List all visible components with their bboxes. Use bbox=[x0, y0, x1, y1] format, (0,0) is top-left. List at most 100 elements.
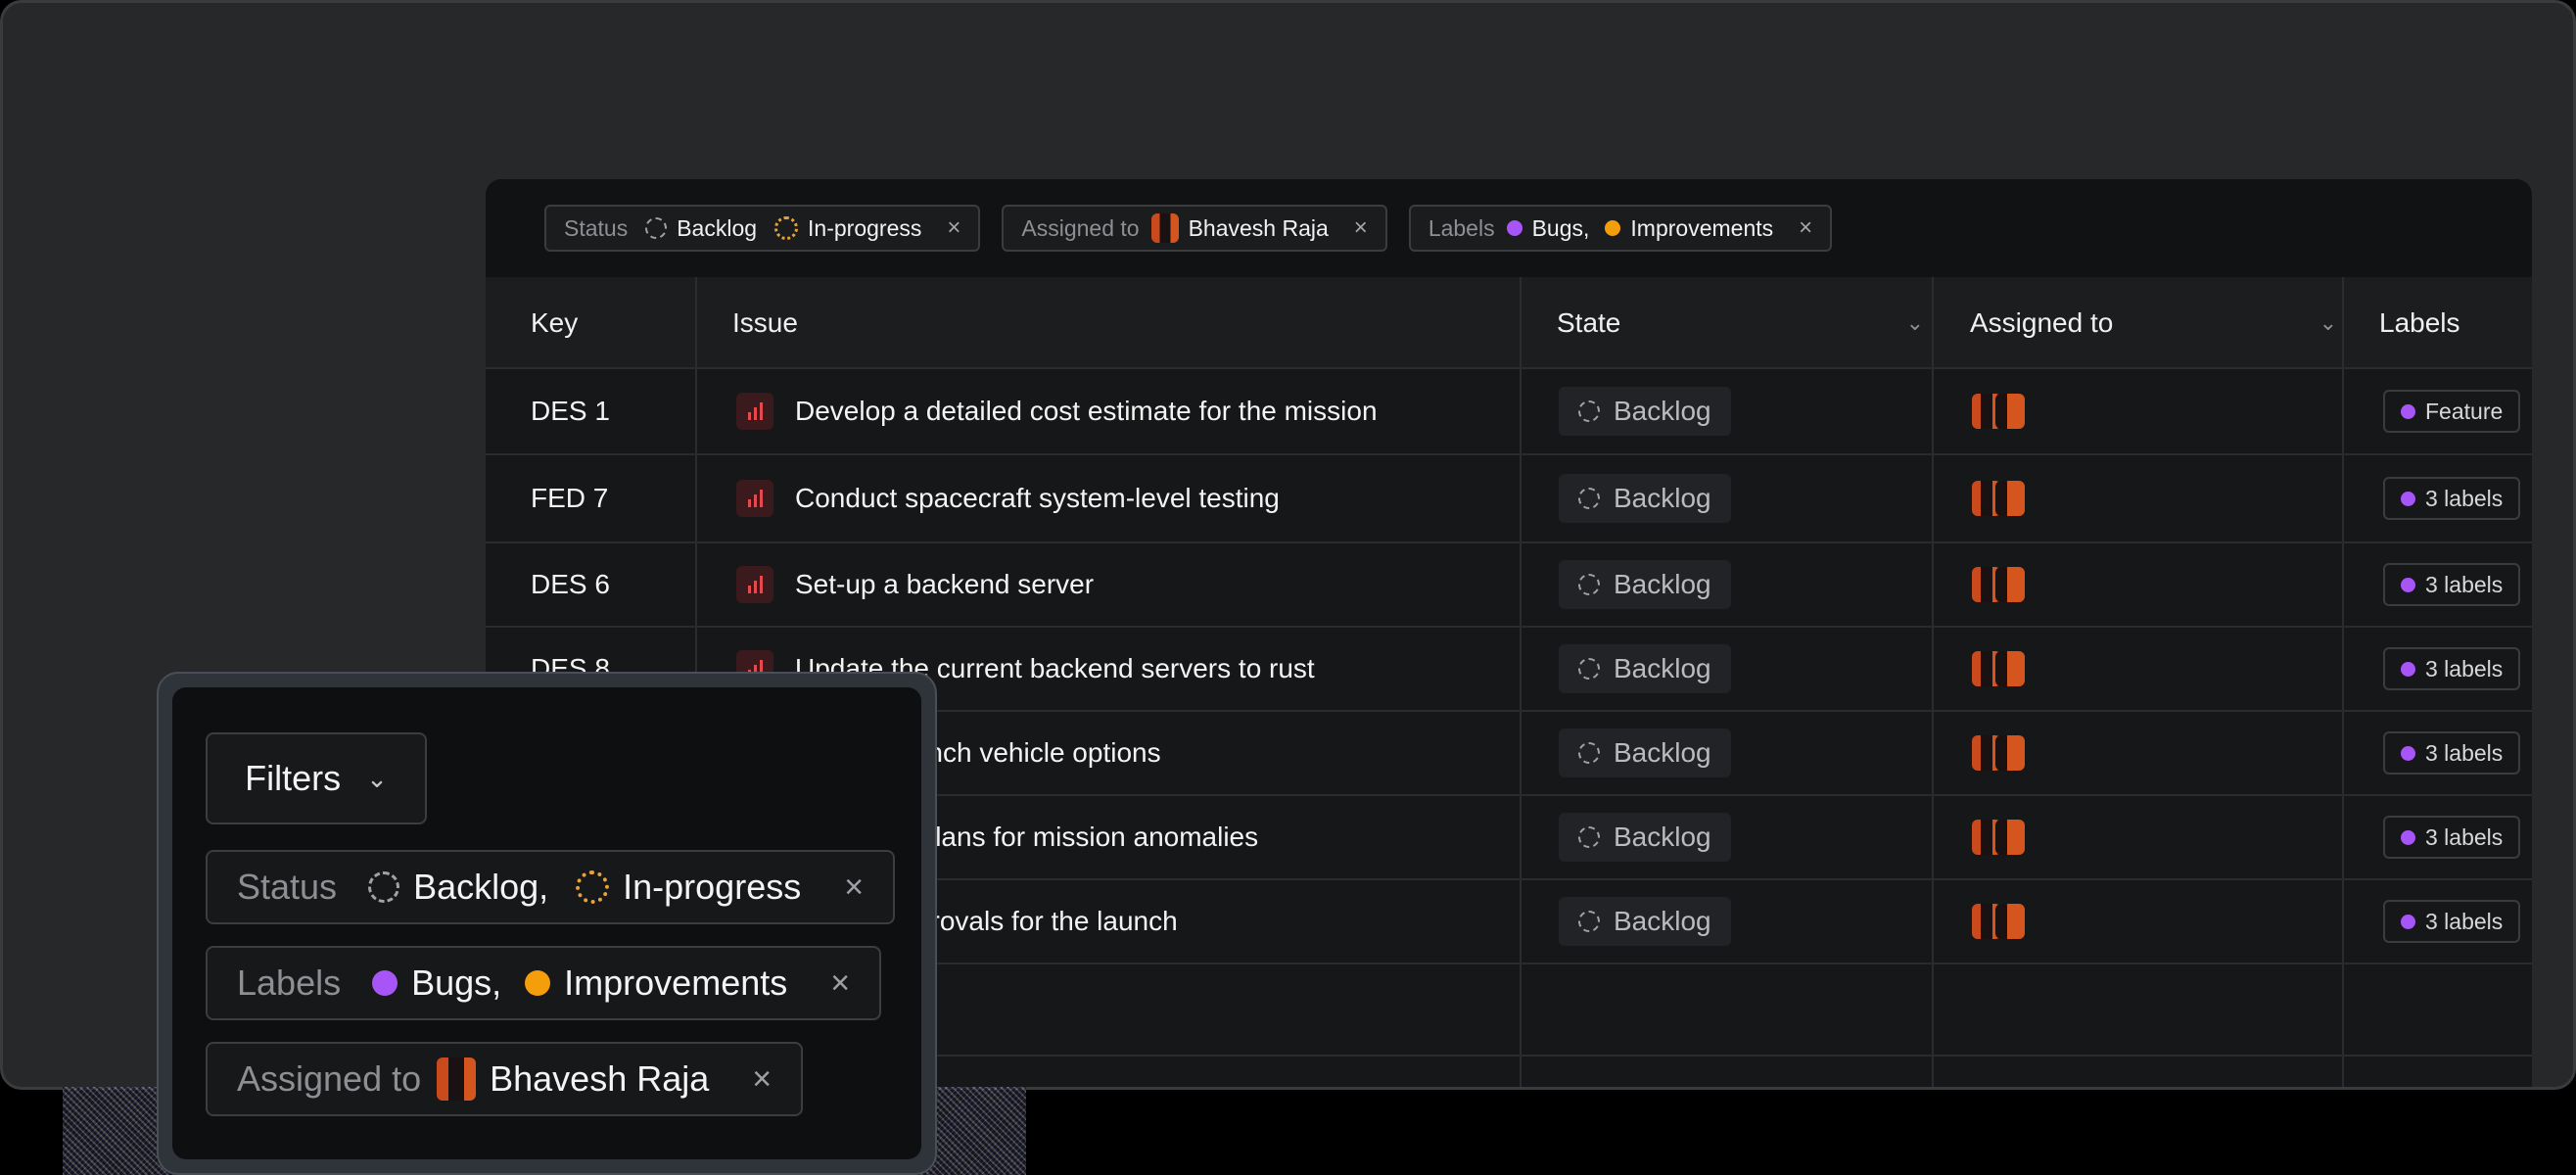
close-icon[interactable]: × bbox=[1354, 214, 1368, 242]
close-icon[interactable]: × bbox=[947, 214, 960, 242]
state-cell[interactable]: Backlog bbox=[1559, 880, 1731, 963]
status-filter-label: Status bbox=[564, 214, 629, 241]
labels-cell[interactable]: Feature bbox=[2383, 369, 2521, 453]
label-pill[interactable]: 3 labels bbox=[2383, 816, 2521, 859]
chevron-down-icon[interactable]: ⌄ bbox=[2319, 310, 2337, 336]
labels-cell[interactable]: 3 labels bbox=[2383, 880, 2521, 963]
column-header-issue[interactable]: Issue bbox=[732, 277, 1222, 369]
backlog-icon bbox=[1578, 742, 1600, 764]
issue-cell[interactable]: Develop a detailed cost estimate for the… bbox=[736, 369, 1378, 453]
labels-cell[interactable]: 3 labels bbox=[2383, 628, 2521, 710]
labels-cell[interactable]: 3 labels bbox=[2383, 543, 2521, 626]
backlog-icon bbox=[1578, 826, 1600, 848]
table-row[interactable]: DES 6 Set-up a backend server Backlog 3 … bbox=[486, 543, 2532, 628]
close-icon[interactable]: × bbox=[830, 964, 850, 1003]
issue-cell[interactable]: Set-up a backend server bbox=[736, 543, 1094, 626]
state-label: Backlog bbox=[1614, 569, 1711, 599]
status-value-backlog: Backlog, bbox=[413, 867, 549, 907]
column-label: Labels bbox=[2379, 307, 2460, 338]
issue-cell[interactable]: Conduct spacecraft system-level testing bbox=[736, 455, 1280, 541]
label-pill[interactable]: 3 labels bbox=[2383, 900, 2521, 943]
label-dot-icon bbox=[2401, 829, 2415, 845]
assignee-cell[interactable] bbox=[1972, 455, 2025, 541]
state-pill[interactable]: Backlog bbox=[1559, 474, 1731, 523]
filters-dropdown-button[interactable]: Filters ⌄ bbox=[206, 732, 427, 824]
label-text: 3 labels bbox=[2425, 655, 2504, 682]
labels-filter-chip[interactable]: Labels Bugs, Improvements × bbox=[1408, 205, 1833, 252]
status-filter-chip-large[interactable]: Status Backlog, In-progress × bbox=[206, 850, 896, 924]
table-row[interactable]: FED 7 Conduct spacecraft system-level te… bbox=[486, 455, 2532, 543]
filters-card: Filters ⌄ Status Backlog, In-progress × … bbox=[157, 672, 937, 1175]
state-cell[interactable]: Backlog bbox=[1559, 712, 1731, 794]
labels-filter-label: Labels bbox=[1428, 214, 1495, 241]
status-value-in-progress: In-progress bbox=[623, 867, 802, 907]
avatar-stack bbox=[1972, 481, 2025, 516]
assignee-cell[interactable] bbox=[1972, 796, 2025, 878]
backlog-icon bbox=[1578, 658, 1600, 680]
label-dot-icon bbox=[2401, 914, 2415, 929]
label-pill[interactable]: Feature bbox=[2383, 390, 2521, 433]
labels-filter-chip-large[interactable]: Labels Bugs, Improvements × bbox=[206, 946, 882, 1020]
issue-key: FED 7 bbox=[531, 483, 609, 513]
table-header: Key Issue State ⌄ Assigned to ⌄ Labels bbox=[486, 277, 2532, 369]
labels-cell[interactable]: 3 labels bbox=[2383, 455, 2521, 541]
state-cell[interactable]: Backlog bbox=[1559, 369, 1731, 453]
table-row[interactable]: DES 1 Develop a detailed cost estimate f… bbox=[486, 369, 2532, 455]
assigned-filter-chip-large[interactable]: Assigned to Bhavesh Raja × bbox=[206, 1042, 804, 1116]
assignee-cell[interactable] bbox=[1972, 628, 2025, 710]
state-pill[interactable]: Backlog bbox=[1559, 387, 1731, 436]
label-dot-icon bbox=[2401, 577, 2415, 592]
column-header-state[interactable]: State ⌄ bbox=[1557, 277, 1924, 369]
state-cell[interactable]: Backlog bbox=[1559, 628, 1731, 710]
issue-key: DES 6 bbox=[531, 569, 610, 599]
assignee-cell[interactable] bbox=[1972, 712, 2025, 794]
label-pill[interactable]: 3 labels bbox=[2383, 647, 2521, 690]
state-label: Backlog bbox=[1614, 737, 1711, 768]
status-filter-label: Status bbox=[237, 867, 338, 907]
column-header-key[interactable]: Key bbox=[531, 277, 678, 369]
state-pill[interactable]: Backlog bbox=[1559, 813, 1731, 862]
avatar-stack bbox=[1972, 735, 2025, 771]
chevron-down-icon[interactable]: ⌄ bbox=[1906, 310, 1924, 336]
state-pill[interactable]: Backlog bbox=[1559, 897, 1731, 946]
label-value-improvements: Improvements bbox=[1630, 214, 1774, 241]
state-cell[interactable]: Backlog bbox=[1559, 455, 1731, 541]
assigned-filter-chip[interactable]: Assigned to Bhavesh Raja × bbox=[1002, 205, 1387, 252]
close-icon[interactable]: × bbox=[1799, 214, 1812, 242]
assignee-cell[interactable] bbox=[1972, 369, 2025, 453]
label-pill[interactable]: 3 labels bbox=[2383, 731, 2521, 775]
label-dot-icon bbox=[2401, 745, 2415, 761]
label-pill[interactable]: 3 labels bbox=[2383, 477, 2521, 520]
status-filter-chip[interactable]: Status Backlog In-progress × bbox=[544, 205, 981, 252]
avatar bbox=[1150, 213, 1179, 243]
issue-title: Set-up a backend server bbox=[795, 569, 1095, 599]
state-pill[interactable]: Backlog bbox=[1559, 728, 1731, 777]
issue-title: Conduct spacecraft system-level testing bbox=[795, 483, 1280, 513]
column-header-labels[interactable]: Labels bbox=[2379, 277, 2526, 369]
avatar bbox=[1995, 481, 2025, 516]
avatar-stack bbox=[1972, 567, 2025, 602]
assignee-cell[interactable] bbox=[1972, 543, 2025, 626]
state-pill[interactable]: Backlog bbox=[1559, 644, 1731, 693]
in-progress-icon bbox=[576, 870, 610, 904]
priority-urgent-icon bbox=[736, 393, 773, 430]
column-header-assigned[interactable]: Assigned to ⌄ bbox=[1970, 277, 2337, 369]
label-pill[interactable]: 3 labels bbox=[2383, 563, 2521, 606]
close-icon[interactable]: × bbox=[844, 869, 864, 907]
column-label: Assigned to bbox=[1970, 307, 2114, 338]
avatar bbox=[437, 1058, 477, 1101]
state-pill[interactable]: Backlog bbox=[1559, 560, 1731, 609]
close-icon[interactable]: × bbox=[752, 1060, 772, 1099]
labels-cell[interactable]: 3 labels bbox=[2383, 712, 2521, 794]
assigned-filter-label: Assigned to bbox=[1021, 214, 1140, 241]
filters-label: Filters bbox=[245, 758, 342, 798]
label-text: 3 labels bbox=[2425, 823, 2504, 850]
column-label: Key bbox=[531, 307, 579, 338]
state-cell[interactable]: Backlog bbox=[1559, 543, 1731, 626]
label-value-bugs: Bugs, bbox=[1531, 214, 1590, 241]
labels-cell[interactable]: 3 labels bbox=[2383, 796, 2521, 878]
state-label: Backlog bbox=[1614, 483, 1711, 513]
assignee-cell[interactable] bbox=[1972, 880, 2025, 963]
state-cell[interactable]: Backlog bbox=[1559, 796, 1731, 878]
label-value-improvements: Improvements bbox=[564, 963, 788, 1003]
